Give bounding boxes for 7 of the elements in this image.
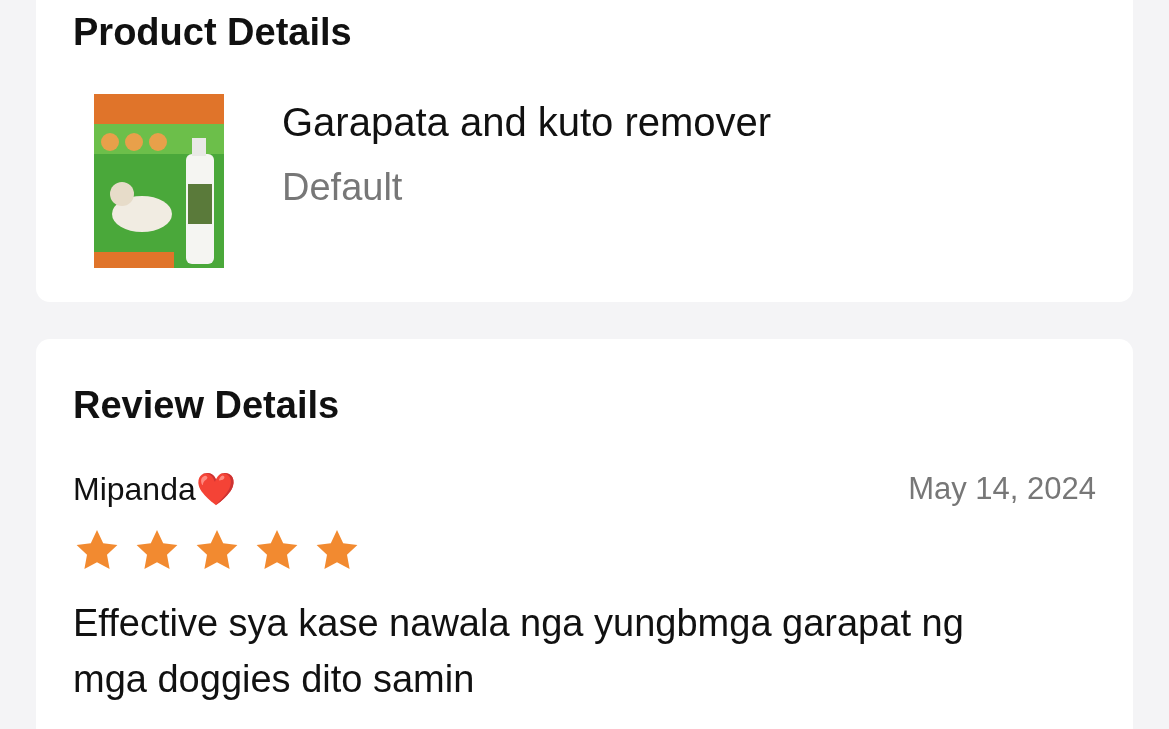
reviewer-name: Mipanda❤ [73, 470, 236, 509]
product-name: Garapata and kuto remover [282, 99, 772, 146]
section-title: Product Details [73, 10, 353, 55]
section-title: Review Details [73, 383, 341, 428]
review-text: Effective sya kase nawala nga yungbmga garapat ng mga doggies dito samin [73, 601, 965, 702]
product-variant: Default [282, 165, 404, 210]
review-date: May 14, 2024 [908, 470, 1096, 508]
